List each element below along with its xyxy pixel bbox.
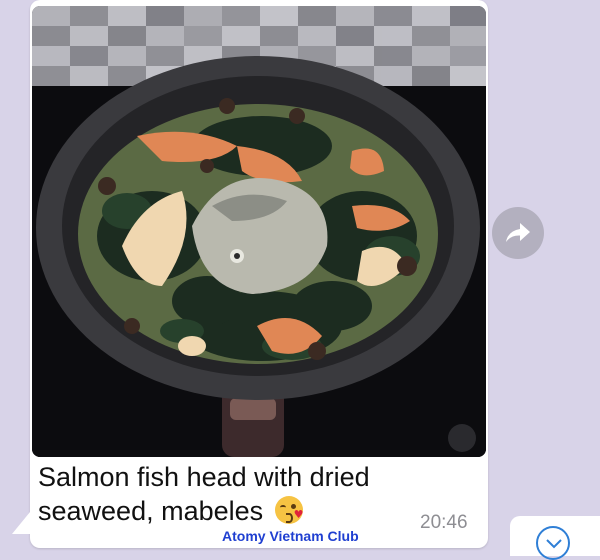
forward-button[interactable] — [492, 207, 544, 259]
check-icon[interactable] — [536, 526, 570, 560]
message-caption: Salmon fish head with dried seaweed, mab… — [38, 460, 418, 528]
face-blowing-kiss-emoji: ♥ — [274, 496, 304, 524]
side-card[interactable] — [510, 516, 600, 560]
message-bubble[interactable]: Salmon fish head with dried seaweed, mab… — [30, 0, 488, 548]
bubble-tail — [12, 512, 30, 534]
caption-line-1: Salmon fish head with dried — [38, 462, 370, 492]
caption-line-2: seaweed, mabeles — [38, 496, 264, 526]
message-photo[interactable] — [32, 6, 486, 457]
cooking-pan-photo — [32, 6, 486, 457]
forward-arrow-icon — [506, 223, 530, 242]
message-timestamp: 20:46 — [420, 512, 468, 533]
watermark-text: Atomy Vietnam Club — [222, 528, 359, 544]
